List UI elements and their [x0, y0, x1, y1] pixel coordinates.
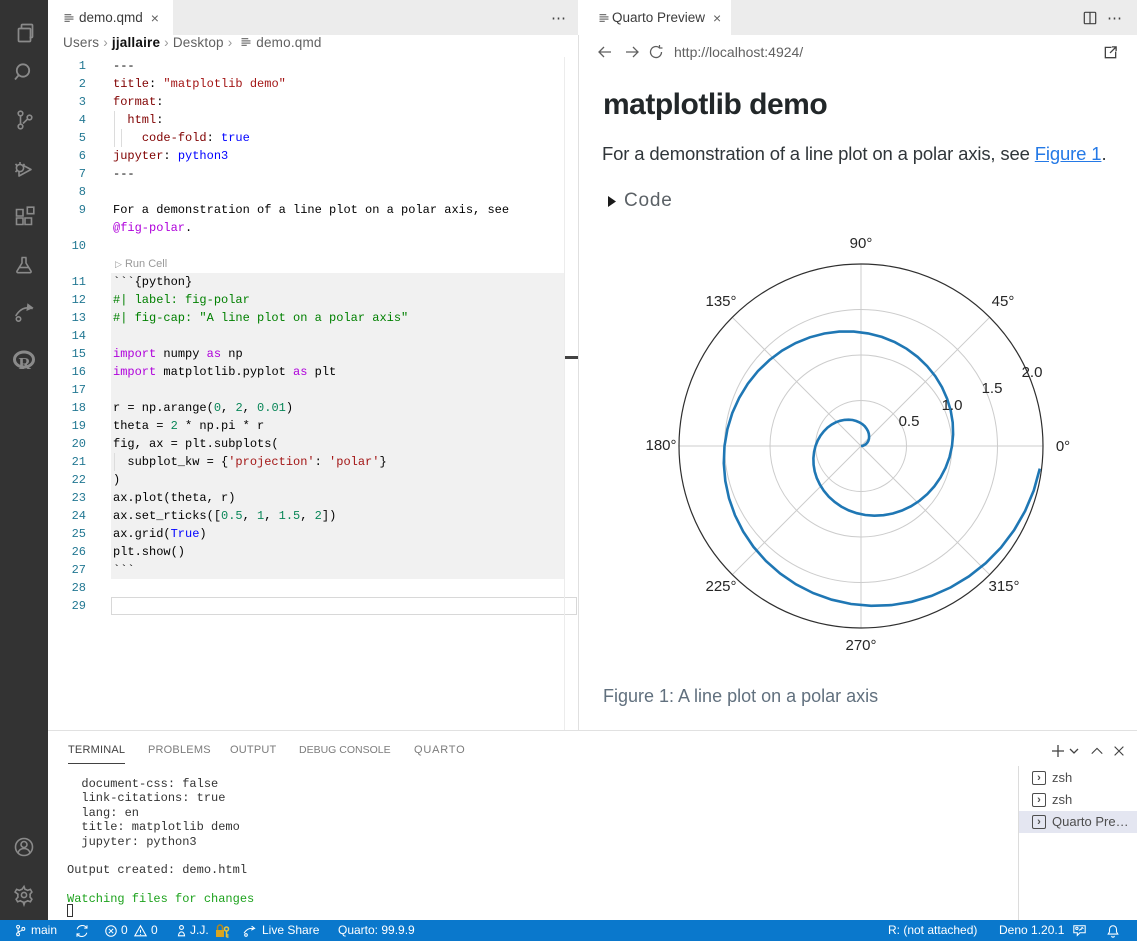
svg-text:225°: 225°	[705, 578, 736, 595]
svg-text:270°: 270°	[845, 637, 876, 654]
svg-text:90°: 90°	[850, 235, 873, 252]
svg-text:1.5: 1.5	[982, 380, 1003, 397]
svg-text:315°: 315°	[988, 578, 1019, 595]
svg-text:1.0: 1.0	[942, 397, 963, 414]
svg-text:0°: 0°	[1056, 438, 1070, 455]
svg-text:2.0: 2.0	[1022, 364, 1043, 381]
svg-text:180°: 180°	[645, 437, 676, 454]
svg-text:0.5: 0.5	[899, 413, 920, 430]
svg-text:135°: 135°	[705, 293, 736, 310]
svg-text:R: R	[19, 354, 32, 373]
svg-text:45°: 45°	[992, 293, 1015, 310]
